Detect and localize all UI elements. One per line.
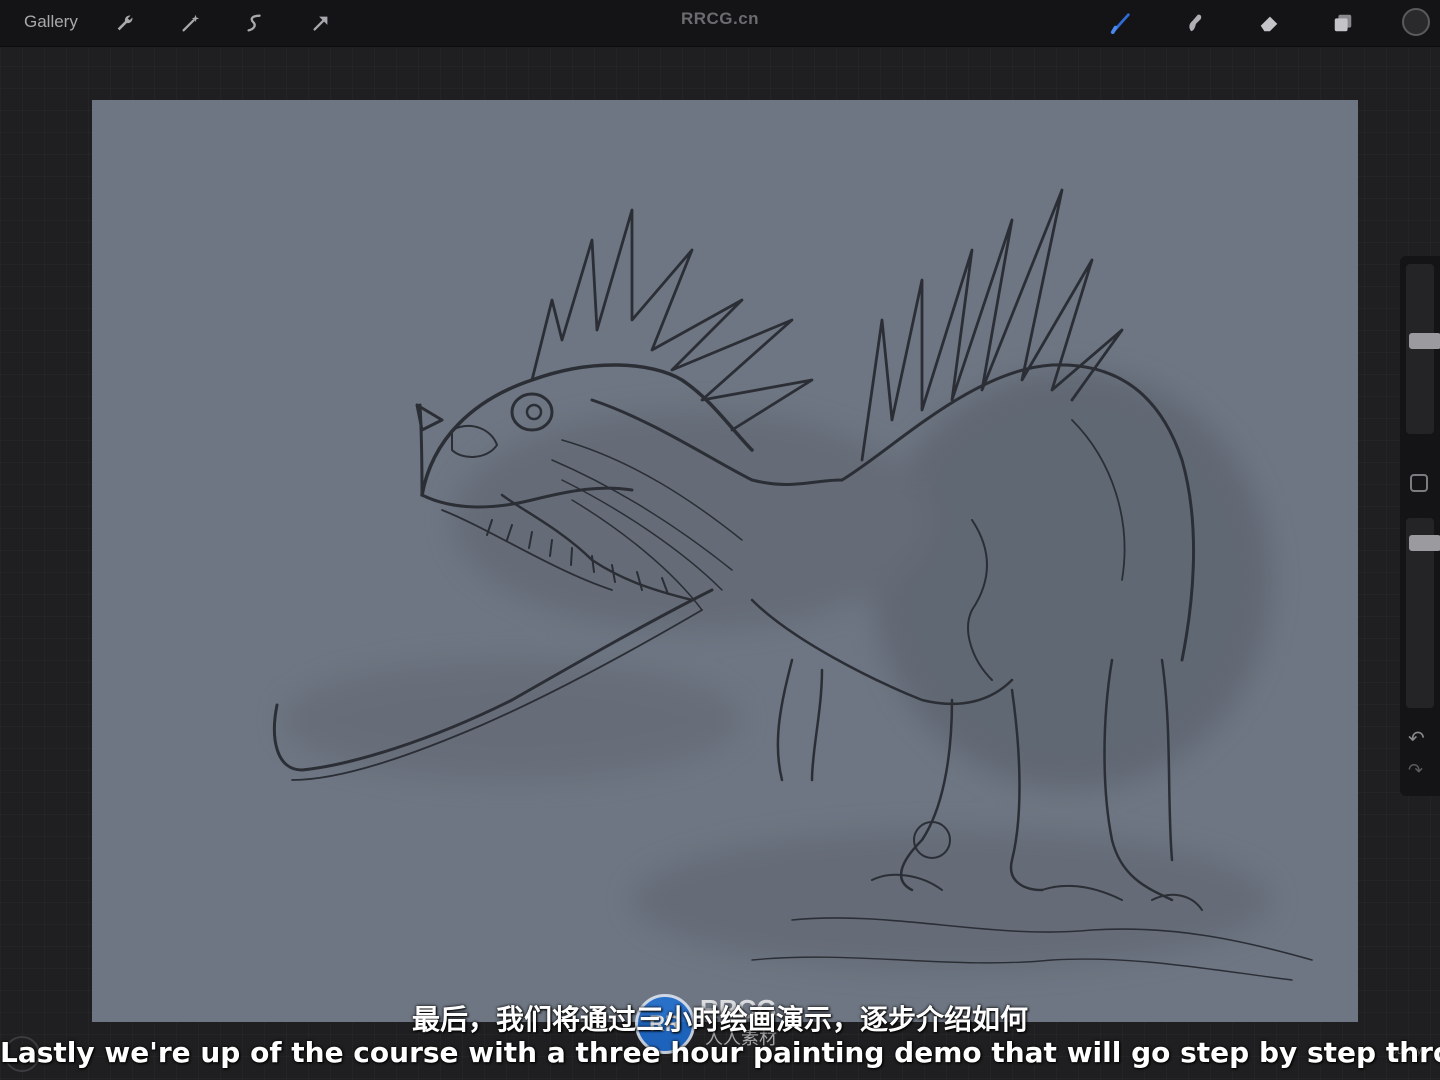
drawing-canvas[interactable]: [92, 100, 1358, 1022]
dragon-sketch: [273, 188, 1313, 981]
undo-icon[interactable]: ↶: [1408, 726, 1425, 750]
procreate-app: Gallery RRCG.cn ↶ ↷ RR RRCG 人人素材 Udemy 最…: [0, 0, 1440, 1080]
brush-icon[interactable]: [1106, 8, 1136, 38]
redo-icon[interactable]: ↷: [1408, 760, 1423, 781]
top-toolbar: Gallery RRCG.cn: [0, 0, 1440, 47]
brush-opacity-handle[interactable]: [1409, 535, 1440, 551]
brush-size-slider[interactable]: [1406, 264, 1440, 434]
layers-icon[interactable]: [1328, 8, 1358, 38]
modify-button[interactable]: [1410, 474, 1428, 492]
brush-sidebar: ↶ ↷: [1400, 256, 1440, 796]
color-swatch[interactable]: [1402, 8, 1430, 36]
smudge-icon[interactable]: [1180, 8, 1210, 38]
eraser-icon[interactable]: [1254, 8, 1284, 38]
subtitle-chinese: 最后，我们将通过三小时绘画演示，逐步介绍如何: [411, 1003, 1028, 1036]
brush-size-handle[interactable]: [1409, 333, 1440, 349]
subtitle-english: Lastly we're up of the course with a thr…: [0, 1036, 1440, 1069]
document-title: RRCG.cn: [680, 9, 760, 28]
brush-opacity-slider[interactable]: [1406, 518, 1440, 708]
